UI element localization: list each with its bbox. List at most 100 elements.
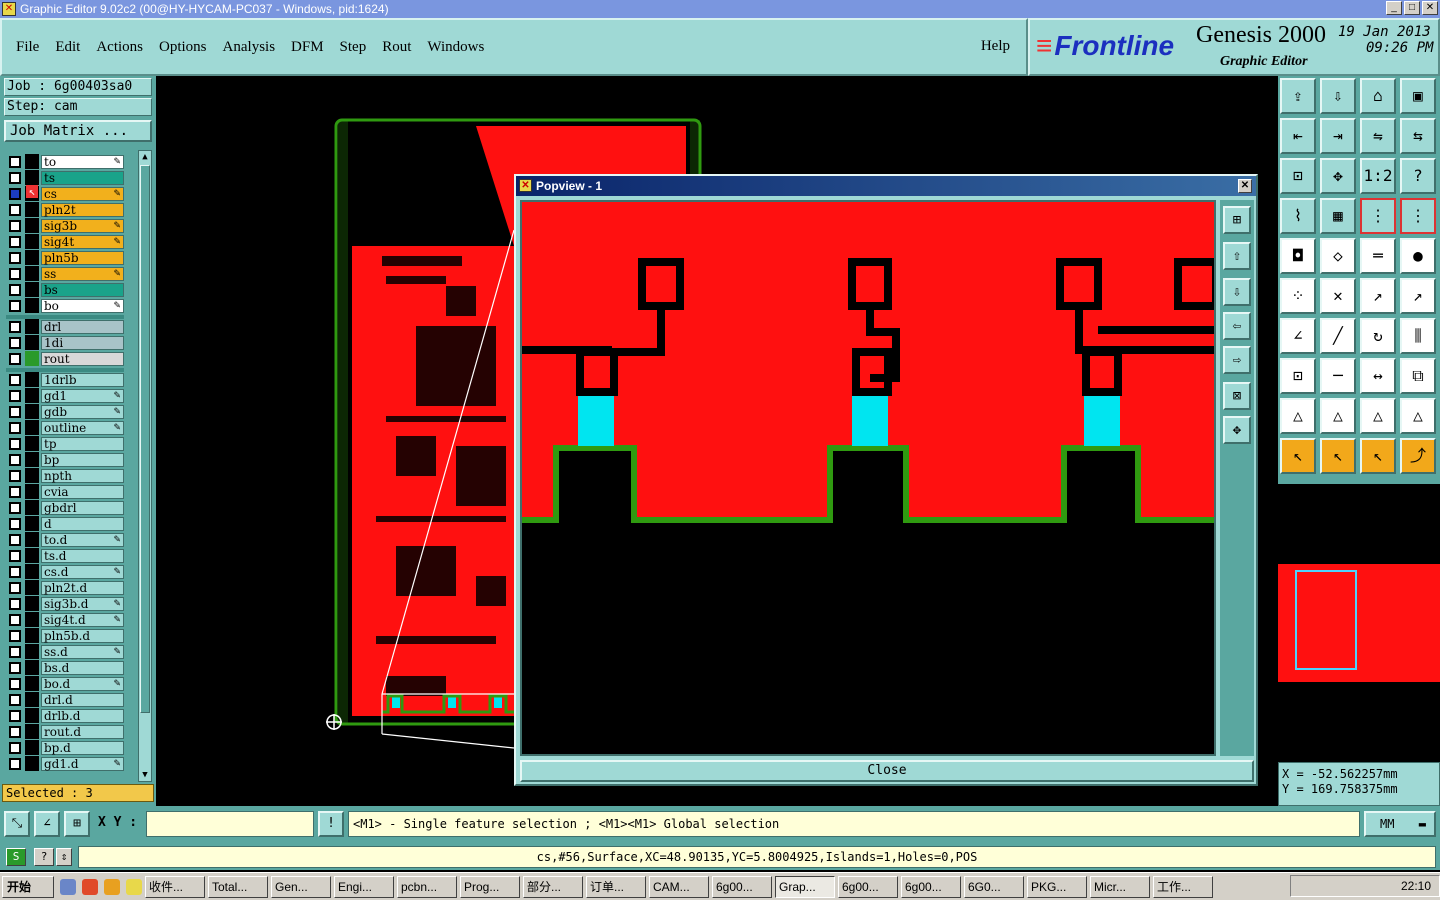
layer-checkbox[interactable] xyxy=(9,352,21,365)
layer-name[interactable]: gd1 ✎ xyxy=(41,388,124,403)
layer-mark[interactable] xyxy=(25,612,39,627)
taskbar-task[interactable]: 6g00... xyxy=(712,875,772,898)
grid-icon[interactable]: ⊞ xyxy=(64,811,90,837)
quicklaunch-icon[interactable] xyxy=(82,878,98,895)
layer-mark[interactable] xyxy=(25,644,39,659)
layer-checkbox[interactable] xyxy=(9,421,21,434)
layer-checkbox[interactable] xyxy=(9,565,21,578)
layer-mark[interactable] xyxy=(25,154,39,169)
grid-tool-icon[interactable]: ▦ xyxy=(1320,198,1356,234)
triangle2-icon[interactable]: △ xyxy=(1320,398,1356,434)
layer-mark[interactable] xyxy=(25,532,39,547)
layer-name[interactable]: to.d ✎ xyxy=(41,532,124,547)
layer-name[interactable]: sig4t ✎ xyxy=(41,234,124,249)
net-alt-icon[interactable]: ⋮ xyxy=(1400,198,1436,234)
layer-name[interactable]: bs xyxy=(41,282,124,297)
layer-checkbox[interactable] xyxy=(9,251,21,264)
layer-name[interactable]: npth xyxy=(41,468,124,483)
layer-mark[interactable] xyxy=(25,335,39,350)
group-icon[interactable]: ⧉ xyxy=(1400,358,1436,394)
taskbar-task[interactable]: Total... xyxy=(208,875,268,898)
layer-row[interactable]: 1drlb xyxy=(6,372,124,387)
layer-row[interactable]: cs.d ✎ xyxy=(6,564,124,579)
layer-name[interactable]: bs.d xyxy=(41,660,124,675)
layer-row[interactable]: drlb.d xyxy=(6,708,124,723)
popview-canvas[interactable] xyxy=(520,200,1216,756)
select2-icon[interactable]: ↖ xyxy=(1320,438,1356,474)
menu-dfm[interactable]: DFM xyxy=(291,39,324,56)
layer-name[interactable]: drlb.d xyxy=(41,708,124,723)
layer-row[interactable]: ts xyxy=(6,170,124,185)
layer-mark[interactable] xyxy=(25,436,39,451)
layer-checkbox[interactable] xyxy=(9,677,21,690)
menu-rout[interactable]: Rout xyxy=(382,39,411,56)
taskbar-task[interactable]: Engi... xyxy=(334,875,394,898)
query-icon[interactable]: ? xyxy=(1400,158,1436,194)
layer-mark[interactable] xyxy=(25,660,39,675)
layer-name[interactable]: pln5b.d xyxy=(41,628,124,643)
swap-icon[interactable]: ⇆ xyxy=(1400,118,1436,154)
layer-checkbox[interactable] xyxy=(9,219,21,232)
quicklaunch-icon[interactable] xyxy=(104,878,120,895)
menu-step[interactable]: Step xyxy=(340,39,367,56)
layer-name[interactable]: gd1.d ✎ xyxy=(41,756,124,771)
pan-right-icon[interactable]: ⇨ xyxy=(1223,346,1251,374)
units-selector[interactable]: MM ▬ xyxy=(1364,811,1436,837)
pan-icon[interactable]: ✥ xyxy=(1320,158,1356,194)
layer-row[interactable]: drl.d xyxy=(6,692,124,707)
layer-row[interactable]: bp.d xyxy=(6,740,124,755)
layer-row[interactable]: rout xyxy=(6,351,124,366)
popview-close-button[interactable]: Close xyxy=(520,760,1254,782)
scroll-thumb[interactable] xyxy=(140,165,150,713)
layer-checkbox[interactable] xyxy=(9,613,21,626)
menu-edit[interactable]: Edit xyxy=(55,39,80,56)
layer-name[interactable]: bp xyxy=(41,452,124,467)
pan-left-icon[interactable]: ⇦ xyxy=(1223,312,1251,340)
layer-name[interactable]: tp xyxy=(41,436,124,451)
split-icon[interactable]: ⫼ xyxy=(1400,318,1436,354)
layer-row[interactable]: npth xyxy=(6,468,124,483)
layer-name[interactable]: gdb ✎ xyxy=(41,404,124,419)
layer-row[interactable]: rout.d xyxy=(6,724,124,739)
node-icon[interactable]: ⁘ xyxy=(1280,278,1316,314)
taskbar-task[interactable]: PKG... xyxy=(1027,875,1087,898)
pan-down-icon[interactable]: ⇩ xyxy=(1223,278,1251,306)
triangle-icon[interactable]: △ xyxy=(1280,398,1316,434)
layer-row[interactable]: bo ✎ xyxy=(6,298,124,313)
layer-name[interactable]: bo ✎ xyxy=(41,298,124,313)
arc-icon[interactable]: ↻ xyxy=(1360,318,1396,354)
layer-checkbox[interactable] xyxy=(9,235,21,248)
layer-mark[interactable] xyxy=(25,724,39,739)
layer-mark[interactable] xyxy=(25,234,39,249)
layer-mark[interactable] xyxy=(25,250,39,265)
layer-mark[interactable] xyxy=(25,319,39,334)
layer-row[interactable]: ss.d ✎ xyxy=(6,644,124,659)
layer-row[interactable]: 1di xyxy=(6,335,124,350)
layer-row[interactable]: drl xyxy=(6,319,124,334)
window-icon[interactable]: ▣ xyxy=(1400,78,1436,114)
ruler-icon[interactable]: ═ xyxy=(1360,238,1396,274)
layer-row[interactable]: sig3b.d ✎ xyxy=(6,596,124,611)
popview-close-icon[interactable]: ✕ xyxy=(1238,179,1252,193)
layer-checkbox[interactable] xyxy=(9,171,21,184)
cross-icon[interactable]: ✕ xyxy=(1320,278,1356,314)
layer-checkbox[interactable] xyxy=(9,533,21,546)
layer-row[interactable]: gd1.d ✎ xyxy=(6,756,124,771)
net-icon[interactable]: ⋮ xyxy=(1360,198,1396,234)
layer-mark[interactable] xyxy=(25,692,39,707)
layer-name[interactable]: sig4t.d ✎ xyxy=(41,612,124,627)
dimension-icon[interactable]: ↔ xyxy=(1360,358,1396,394)
layer-mark[interactable] xyxy=(25,202,39,217)
layer-checkbox[interactable] xyxy=(9,203,21,216)
layer-checkbox[interactable] xyxy=(9,725,21,738)
zoom-home-icon[interactable]: ✥ xyxy=(1223,416,1251,444)
taskbar-task[interactable]: 收件... xyxy=(145,875,205,898)
layer-checkbox[interactable] xyxy=(9,485,21,498)
add-icon[interactable]: ◘ xyxy=(1280,238,1316,274)
snap-icon[interactable]: ⤡ xyxy=(4,811,30,837)
menu-help[interactable]: Help xyxy=(981,38,1010,55)
layer-name[interactable]: pln2t.d xyxy=(41,580,124,595)
pan-up-icon[interactable]: ⇧ xyxy=(1223,242,1251,270)
layer-mark[interactable] xyxy=(25,676,39,691)
layer-checkbox[interactable] xyxy=(9,645,21,658)
